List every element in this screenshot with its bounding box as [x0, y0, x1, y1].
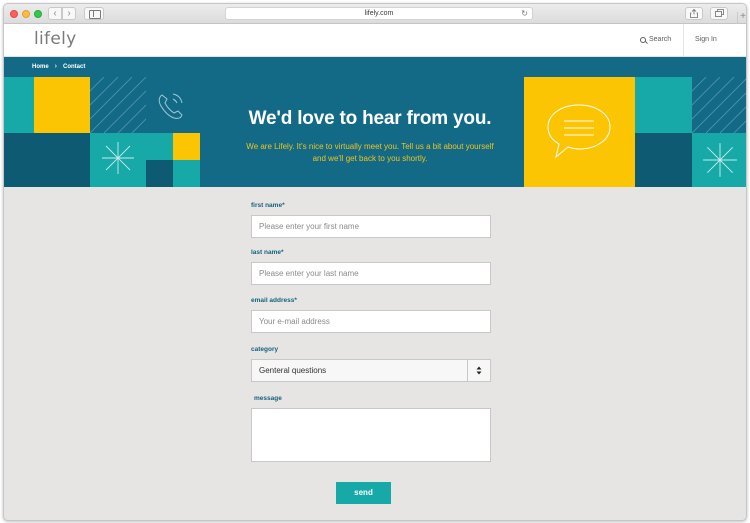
reload-icon[interactable]: ↻ [521, 8, 528, 19]
chevron-right-icon: › [67, 8, 71, 19]
hero-banner: Home › Contact We'd love to hear from yo… [4, 57, 746, 187]
header-divider [683, 24, 684, 57]
chevron-right-icon: › [54, 63, 58, 70]
close-window-button[interactable] [10, 10, 18, 18]
sidebar-toggle-button[interactable] [84, 7, 104, 20]
chat-bubble-icon [547, 104, 611, 159]
message-label: message [254, 395, 282, 402]
search-label: Search [649, 36, 672, 43]
breadcrumb-home[interactable]: Home [32, 64, 49, 70]
sign-in-link[interactable]: Sign In [695, 36, 717, 43]
phone-icon [158, 93, 183, 119]
browser-toolbar: ‹ › lifely.com ↻ + [4, 4, 746, 24]
stripes-decoration [90, 77, 146, 133]
hero-pattern-left [4, 57, 200, 187]
tabs-icon [714, 9, 724, 17]
forward-button[interactable]: › [62, 7, 76, 20]
address-bar[interactable]: lifely.com ↻ [225, 7, 533, 20]
stripes-decoration-right [692, 77, 746, 133]
plus-icon: + [740, 11, 746, 22]
show-tabs-button[interactable] [710, 7, 728, 20]
breadcrumb: Home › Contact [32, 63, 85, 70]
hero-pattern-right [524, 57, 746, 187]
send-button[interactable]: send [336, 482, 391, 504]
site-header: lifely Search Sign In [4, 24, 746, 57]
category-selected-value: Genteral questions [259, 366, 327, 375]
breadcrumb-contact: Contact [63, 63, 86, 70]
browser-window: ‹ › lifely.com ↻ + lifely Search Sign In… [3, 3, 747, 521]
page-title: We'd love to hear from you. [248, 108, 492, 129]
category-select[interactable]: Genteral questions [251, 359, 491, 382]
page-subtitle: We are Lifely. It's nice to virtually me… [246, 142, 494, 163]
email-input[interactable] [251, 310, 491, 333]
sparkle-decoration-right [703, 143, 737, 177]
search-icon [640, 36, 646, 43]
contact-form: first name* last name* email address* ca… [4, 187, 746, 520]
address-bar-url: lifely.com [364, 10, 394, 17]
first-name-input[interactable] [251, 215, 491, 238]
new-tab-button[interactable]: + [737, 11, 746, 24]
message-textarea[interactable] [251, 408, 491, 462]
first-name-label: first name* [251, 202, 285, 209]
search-link[interactable]: Search [640, 36, 671, 43]
select-arrows-icon[interactable] [467, 360, 490, 381]
sparkle-decoration [102, 142, 134, 174]
share-icon [690, 8, 698, 18]
back-button[interactable]: ‹ [48, 7, 62, 20]
chevron-left-icon: ‹ [53, 8, 57, 19]
last-name-input[interactable] [251, 262, 491, 285]
email-label: email address* [251, 297, 297, 304]
share-button[interactable] [685, 7, 703, 20]
minimize-window-button[interactable] [22, 10, 30, 18]
last-name-label: last name* [251, 249, 284, 256]
lifely-logo[interactable]: lifely [34, 29, 76, 49]
category-label: category [251, 346, 279, 353]
zoom-window-button[interactable] [34, 10, 42, 18]
